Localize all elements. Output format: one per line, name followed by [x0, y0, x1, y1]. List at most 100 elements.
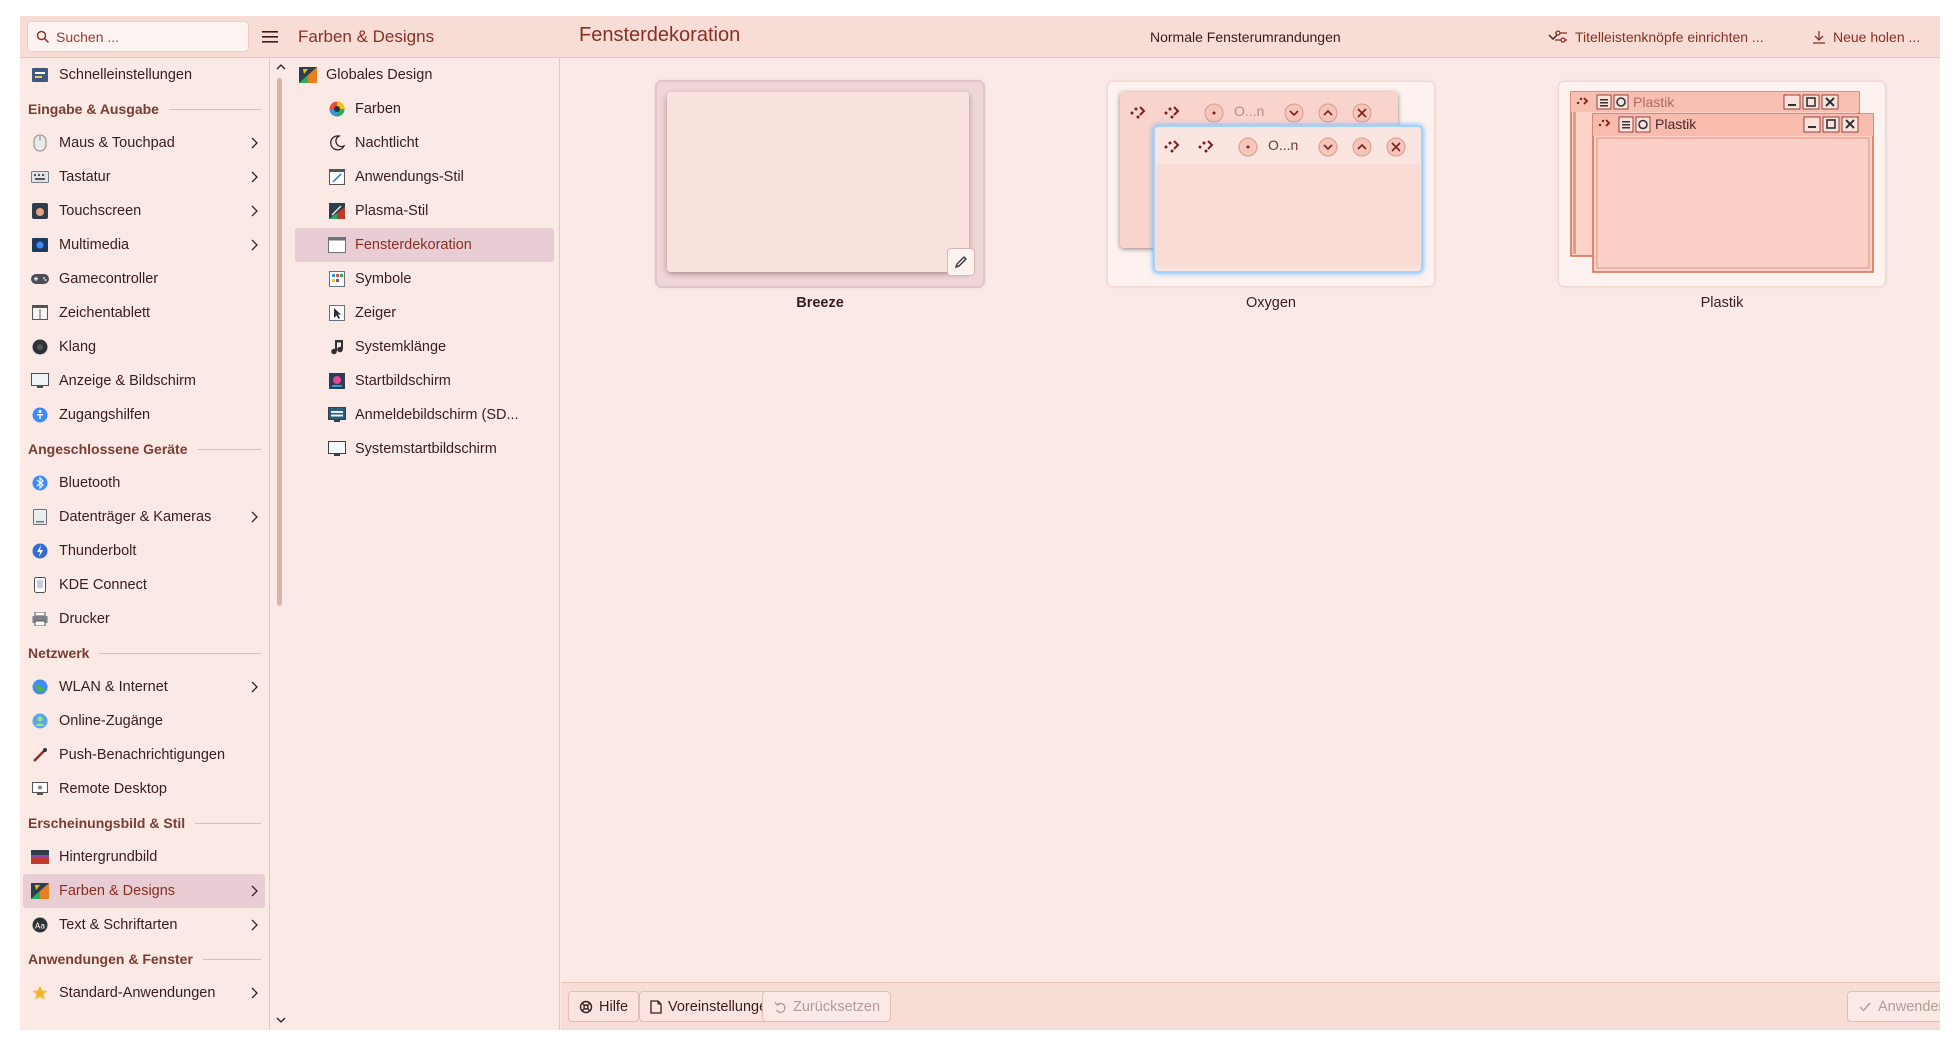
- search-box[interactable]: [27, 21, 249, 52]
- printer-icon: [31, 610, 49, 628]
- category-item-global-theme[interactable]: Globales Design: [295, 58, 554, 92]
- theme-card-oxygen[interactable]: O...n O...n: [1108, 82, 1434, 286]
- sidebar-item-label: Maus & Touchpad: [59, 135, 175, 151]
- wallpaper-icon: [31, 848, 49, 866]
- oxygen-preview: [1120, 92, 1423, 273]
- theme-name-breeze: Breeze: [796, 295, 844, 311]
- theme-card-breeze[interactable]: [657, 82, 983, 286]
- drawing-tablet-icon: [31, 304, 49, 322]
- sidebar-item-gamecontroller[interactable]: Gamecontroller: [23, 262, 265, 296]
- sidebar-item-keyboard[interactable]: Tastatur: [23, 160, 265, 194]
- checkmark-icon: [1859, 1002, 1871, 1012]
- plastik-back-title: Plastik: [1633, 94, 1675, 110]
- category-item-night-light[interactable]: Nachtlicht: [295, 126, 554, 160]
- quick-settings-icon: [31, 66, 49, 84]
- category-item-plasma-style[interactable]: Plasma-Stil: [295, 194, 554, 228]
- smartphone-icon: [31, 576, 49, 594]
- svg-text:Aa: Aa: [35, 922, 45, 931]
- apply-button[interactable]: Anwenden: [1847, 991, 1940, 1022]
- music-note-icon: [328, 338, 346, 356]
- search-input[interactable]: [56, 28, 246, 45]
- category-item-system-sounds[interactable]: Systemklänge: [295, 330, 554, 364]
- global-theme-icon: [299, 66, 317, 84]
- sidebar-item-printers[interactable]: Drucker: [23, 602, 265, 636]
- color-wheel-icon: [328, 100, 346, 118]
- footer-bar: Hilfe Voreinstellungen Zurücksetzen Anwe…: [561, 982, 1940, 1030]
- category-item-window-decorations[interactable]: Fensterdekoration: [295, 228, 554, 262]
- sidebar-item-mouse-touchpad[interactable]: Maus & Touchpad: [23, 126, 265, 160]
- configure-titlebar-buttons-button[interactable]: Titelleistenknöpfe einrichten ...: [1553, 23, 1764, 51]
- border-size-select[interactable]: Normale Fensterumrandungen: [1104, 22, 1568, 52]
- touchscreen-icon: [31, 202, 49, 220]
- chevron-right-icon: [251, 681, 258, 693]
- push-icon: [31, 746, 49, 764]
- sidebar-item-wlan-internet[interactable]: WLAN & Internet: [23, 670, 265, 704]
- get-new-button[interactable]: Neue holen ...: [1811, 23, 1920, 51]
- header-bar: Farben & Designs Fensterdekoration Norma…: [20, 16, 1940, 58]
- sidebar-item-label: Bluetooth: [59, 475, 121, 491]
- undo-icon: [774, 1001, 786, 1013]
- sliders-icon: [1555, 30, 1567, 43]
- sidebar-item-display[interactable]: Anzeige & Bildschirm: [23, 364, 265, 398]
- sidebar-item-online-accounts[interactable]: Online-Zugänge: [23, 704, 265, 738]
- help-label: Hilfe: [599, 998, 629, 1015]
- search-icon: [36, 30, 50, 43]
- reset-button[interactable]: Zurücksetzen: [762, 991, 892, 1022]
- sidebar-item-storage-cameras[interactable]: Datenträger & Kameras: [23, 500, 265, 534]
- bluetooth-icon: [31, 474, 49, 492]
- help-button[interactable]: Hilfe: [568, 991, 640, 1022]
- scrollbar-thumb[interactable]: [277, 78, 282, 606]
- sidebar-item-quick-settings[interactable]: Schnelleinstellungen: [23, 58, 265, 92]
- hamburger-menu-icon[interactable]: [258, 25, 282, 49]
- theme-card-plastik[interactable]: Plastik Plastik: [1559, 82, 1885, 286]
- sidebar-item-label: Klang: [59, 339, 97, 355]
- category-label: Systemklänge: [355, 339, 447, 355]
- sidebar-item-label: Push-Benachrichtigungen: [59, 747, 226, 763]
- sidebar-item-multimedia[interactable]: Multimedia: [23, 228, 265, 262]
- sidebar-item-label: Datenträger & Kameras: [59, 509, 212, 525]
- sidebar-item-touchscreen[interactable]: Touchscreen: [23, 194, 265, 228]
- theme-name-oxygen: Oxygen: [1246, 295, 1296, 311]
- sidebar-item-label: Farben & Designs: [59, 883, 176, 899]
- sidebar-item-thunderbolt[interactable]: Thunderbolt: [23, 534, 265, 568]
- category-title: Farben & Designs: [298, 27, 435, 46]
- oxygen-front-title: O...n: [1268, 137, 1299, 153]
- category-item-login-screen[interactable]: Anmeldebildschirm (SD...: [295, 398, 554, 432]
- category-item-cursors[interactable]: Zeiger: [295, 296, 554, 330]
- category-label: Globales Design: [326, 67, 433, 83]
- category-item-splash-screen[interactable]: Startbildschirm: [295, 364, 554, 398]
- colors-themes-icon: [31, 882, 49, 900]
- sidebar-item-drawing-tablet[interactable]: Zeichentablett: [23, 296, 265, 330]
- sidebar-item-default-apps[interactable]: Standard-Anwendungen: [23, 976, 265, 1010]
- sidebar-item-colors-themes[interactable]: Farben & Designs: [23, 874, 265, 908]
- category-label: Startbildschirm: [355, 373, 451, 389]
- border-size-value: Normale Fensterumrandungen: [1150, 29, 1341, 45]
- category-label: Anwendungs-Stil: [355, 169, 464, 185]
- sidebar-item-text-fonts[interactable]: Aa Text & Schriftarten: [23, 908, 265, 942]
- sidebar-section-header: Anwendungen & Fenster: [20, 942, 269, 976]
- scroll-up-icon[interactable]: [275, 62, 287, 72]
- keyboard-icon: [31, 168, 49, 186]
- chevron-right-icon: [251, 239, 258, 251]
- sidebar-item-label: Text & Schriftarten: [59, 917, 178, 933]
- sidebar-item-bluetooth[interactable]: Bluetooth: [23, 466, 265, 500]
- scroll-down-icon[interactable]: [275, 1015, 287, 1025]
- boot-splash-icon: [328, 440, 346, 458]
- online-accounts-icon: [31, 712, 49, 730]
- category-item-application-style[interactable]: Anwendungs-Stil: [295, 160, 554, 194]
- sidebar-item-remote-desktop[interactable]: Remote Desktop: [23, 772, 265, 806]
- sidebar-item-push-notifications[interactable]: Push-Benachrichtigungen: [23, 738, 265, 772]
- sidebar-item-label: Gamecontroller: [59, 271, 159, 287]
- sidebar-item-kde-connect[interactable]: KDE Connect: [23, 568, 265, 602]
- category-item-colors[interactable]: Farben: [295, 92, 554, 126]
- category-label: Plasma-Stil: [355, 203, 429, 219]
- sidebar-item-accessibility[interactable]: Zugangshilfen: [23, 398, 265, 432]
- sidebar-item-sound[interactable]: Klang: [23, 330, 265, 364]
- edit-decoration-button[interactable]: [947, 248, 975, 276]
- category-item-icons[interactable]: Symbole: [295, 262, 554, 296]
- mouse-icon: [31, 134, 49, 152]
- category-item-boot-splash[interactable]: Systemstartbildschirm: [295, 432, 554, 466]
- chevron-right-icon: [251, 511, 258, 523]
- sidebar-item-wallpaper[interactable]: Hintergrundbild: [23, 840, 265, 874]
- sidebar-section-header: Eingabe & Ausgabe: [20, 92, 269, 126]
